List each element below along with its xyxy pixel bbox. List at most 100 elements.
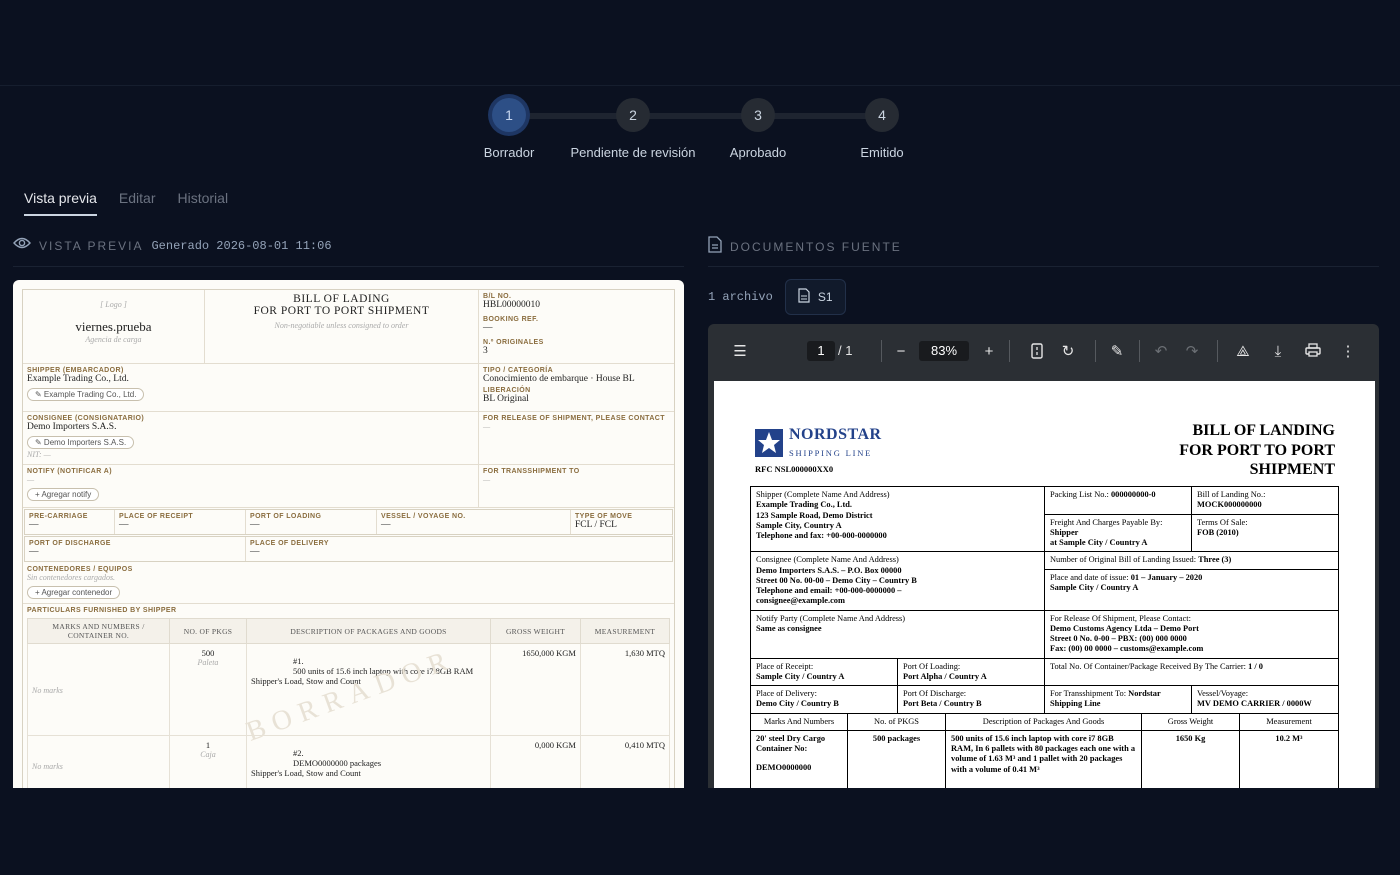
pdf-packing-label: Packing List No.: <box>1050 490 1111 499</box>
col-description: DESCRIPTION OF PACKAGES AND GOODS <box>246 618 491 644</box>
menu-icon[interactable]: ☰ <box>731 343 749 361</box>
add-drive-icon[interactable]: ⟁ <box>1234 343 1252 361</box>
pdf-transship: Nordstar <box>1128 689 1161 698</box>
containers-empty: Sin contenedores cargados. <box>27 573 116 582</box>
pdf-col-description: Description of Packages And Goods <box>946 713 1142 730</box>
star-logo-icon <box>755 429 783 457</box>
undo-icon[interactable]: ↶ <box>1152 343 1170 361</box>
nit-value: NIT: — <box>27 450 51 459</box>
rotate-icon[interactable]: ↻ <box>1059 343 1077 361</box>
company-role: Agencia de carga <box>85 335 142 344</box>
col-weight: GROSS WEIGHT <box>490 618 581 644</box>
draw-icon[interactable]: ✎ <box>1108 343 1126 361</box>
pdf-transship-line2: Shipping Line <box>1050 699 1101 709</box>
pdf-release-label: For Release Of Shipment, Please Contact: <box>1050 613 1191 623</box>
weight-value: 0,000 KGM <box>490 735 581 788</box>
release-label: FOR RELEASE OF SHIPMENT, PLEASE CONTACT <box>483 415 665 422</box>
source-file-chip[interactable]: S1 <box>784 279 846 315</box>
edit-consignee-chip[interactable]: ✎ Demo Importers S.A.S. <box>27 436 135 449</box>
add-notify-button[interactable]: + Agregar notify <box>27 488 100 501</box>
pdf-transship-label: For Transshipment To: <box>1050 689 1129 698</box>
pdf-blno-label: Bill of Landing No.: <box>1197 490 1266 499</box>
page-number-input[interactable]: 1 <box>807 341 835 361</box>
slc-note: Shipper's Load, Stow and Count <box>251 768 361 778</box>
tab-vista-previa[interactable]: Vista previa <box>24 190 97 216</box>
pdf-receipt-label: Place of Receipt: <box>756 661 814 671</box>
pdf-title-line: FOR PORT TO PORT <box>1179 441 1335 459</box>
col-pkgs: NO. OF PKGS <box>169 618 247 644</box>
pdf-consignee-phone: Telephone and email: +00-000-0000000 – <box>756 586 902 595</box>
pkgs-unit: Paleta <box>197 658 219 667</box>
pdf-issue-place: Sample City / Country A <box>1050 582 1139 592</box>
pdf-packing: 000000000-0 <box>1110 490 1156 499</box>
pdf-measurement: 10.2 M³ <box>1275 733 1303 743</box>
pdf-delivery: Demo City / Country B <box>756 699 839 709</box>
fit-page-icon[interactable] <box>1028 343 1046 361</box>
weight-value: 1650,000 KGM <box>490 643 581 736</box>
redo-icon[interactable]: ↷ <box>1183 343 1201 361</box>
pdf-col-pkgs: No. of PKGS <box>848 713 946 730</box>
measurement-value: 0,410 MTQ <box>580 735 670 788</box>
pdf-receipt: Sample City / Country A <box>756 671 845 681</box>
pdf-delivery-label: Place of Delivery: <box>756 689 817 698</box>
consignee-label: CONSIGNEE (CONSIGNATARIO) <box>27 415 145 422</box>
item-number: #2. <box>293 748 304 758</box>
bl-title: BILL OF LADING <box>293 293 390 305</box>
step-aprobado[interactable]: 3 Aprobado <box>688 96 828 160</box>
transshipment-value: — <box>483 475 491 484</box>
step-pendiente[interactable]: 2 Pendiente de revisión <box>563 96 703 160</box>
particulars-label: PARTICULARS FURNISHED BY SHIPPER <box>27 607 177 614</box>
toolbar-separator <box>1095 340 1096 362</box>
loading-label: PORT OF LOADING <box>250 513 322 520</box>
pkgs-value: 1 <box>205 740 211 750</box>
tipo-value: Conocimiento de embarque · House BL <box>483 374 635 384</box>
pdf-issue-label: Place and date of issue: <box>1050 572 1131 582</box>
pdf-release-line: Demo Customs Agency Ltda – Demo Port <box>1050 623 1199 633</box>
bl-subtitle: FOR PORT TO PORT SHIPMENT <box>253 305 430 317</box>
tab-editar[interactable]: Editar <box>119 190 156 216</box>
marks-value: No marks <box>32 685 63 695</box>
zoom-in-icon[interactable]: + <box>980 343 998 361</box>
toolbar-separator <box>881 340 882 362</box>
pdf-consignee-address: Street 00 No. 00-00 – Demo City – Countr… <box>756 575 917 585</box>
pdf-weight: 1650 Kg <box>1142 730 1240 788</box>
pdf-shipper-address: 123 Sample Road, Demo District <box>756 510 873 520</box>
file-count: 1 archivo <box>708 290 773 304</box>
more-options-icon[interactable]: ⋮ <box>1339 343 1357 361</box>
preview-title: VISTA PREVIA <box>39 238 144 253</box>
download-icon[interactable]: ⤓ <box>1269 343 1287 361</box>
vessel-value: — <box>381 520 391 530</box>
liberacion-value: BL Original <box>483 394 529 404</box>
pdf-discharge-label: Port Of Discharge: <box>903 689 967 698</box>
pdf-viewer: ☰ 1 / 1 − 83% + ↻ ✎ ↶ ↷ ⟁ ⤓ ⋮ NORDSTAR S… <box>708 324 1379 788</box>
shipper-label: SHIPPER (EMBARCADOR) <box>27 367 124 374</box>
measurement-value: 1,630 MTQ <box>580 643 670 736</box>
pdf-originals-label: Number of Original Bill of Landing Issue… <box>1050 555 1199 565</box>
step-label: Emitido <box>860 145 904 160</box>
tipo-label: TIPO / CATEGORÍA <box>483 367 554 374</box>
edit-shipper-chip[interactable]: ✎ Example Trading Co., Ltd. <box>27 388 145 401</box>
toolbar-separator <box>1139 340 1140 362</box>
pdf-shipper: Example Trading Co., Ltd. <box>756 500 853 510</box>
marks-value: No marks <box>32 761 63 771</box>
step-number: 1 <box>492 98 526 132</box>
shipper-value: Example Trading Co., Ltd. <box>27 374 129 384</box>
zoom-out-icon[interactable]: − <box>892 343 910 361</box>
zoom-level[interactable]: 83% <box>919 341 969 361</box>
pdf-description: 500 units of 15.6 inch laptop with core … <box>946 730 1142 788</box>
step-borrador[interactable]: 1 Borrador <box>439 96 579 160</box>
divider <box>708 266 1379 267</box>
tab-historial[interactable]: Historial <box>177 190 228 216</box>
step-emitido[interactable]: 4 Emitido <box>812 96 952 160</box>
eye-icon <box>13 236 31 255</box>
pdf-notify-label: Notify Party (Complete Name And Address) <box>756 613 906 623</box>
step-number: 3 <box>741 98 775 132</box>
bl-no-value: HBL00000010 <box>483 300 540 310</box>
sources-header: DOCUMENTOS FUENTE <box>708 236 902 258</box>
pdf-shipper-city: Sample City, Country A <box>756 520 842 530</box>
add-container-button[interactable]: + Agregar contenedor <box>27 586 121 599</box>
print-icon[interactable] <box>1304 343 1322 361</box>
pdf-release-line: Street 0 No. 0-00 – PBX: (00) 000 0000 <box>1050 634 1187 643</box>
receipt-label: PLACE OF RECEIPT <box>119 513 194 520</box>
divider <box>13 266 684 267</box>
